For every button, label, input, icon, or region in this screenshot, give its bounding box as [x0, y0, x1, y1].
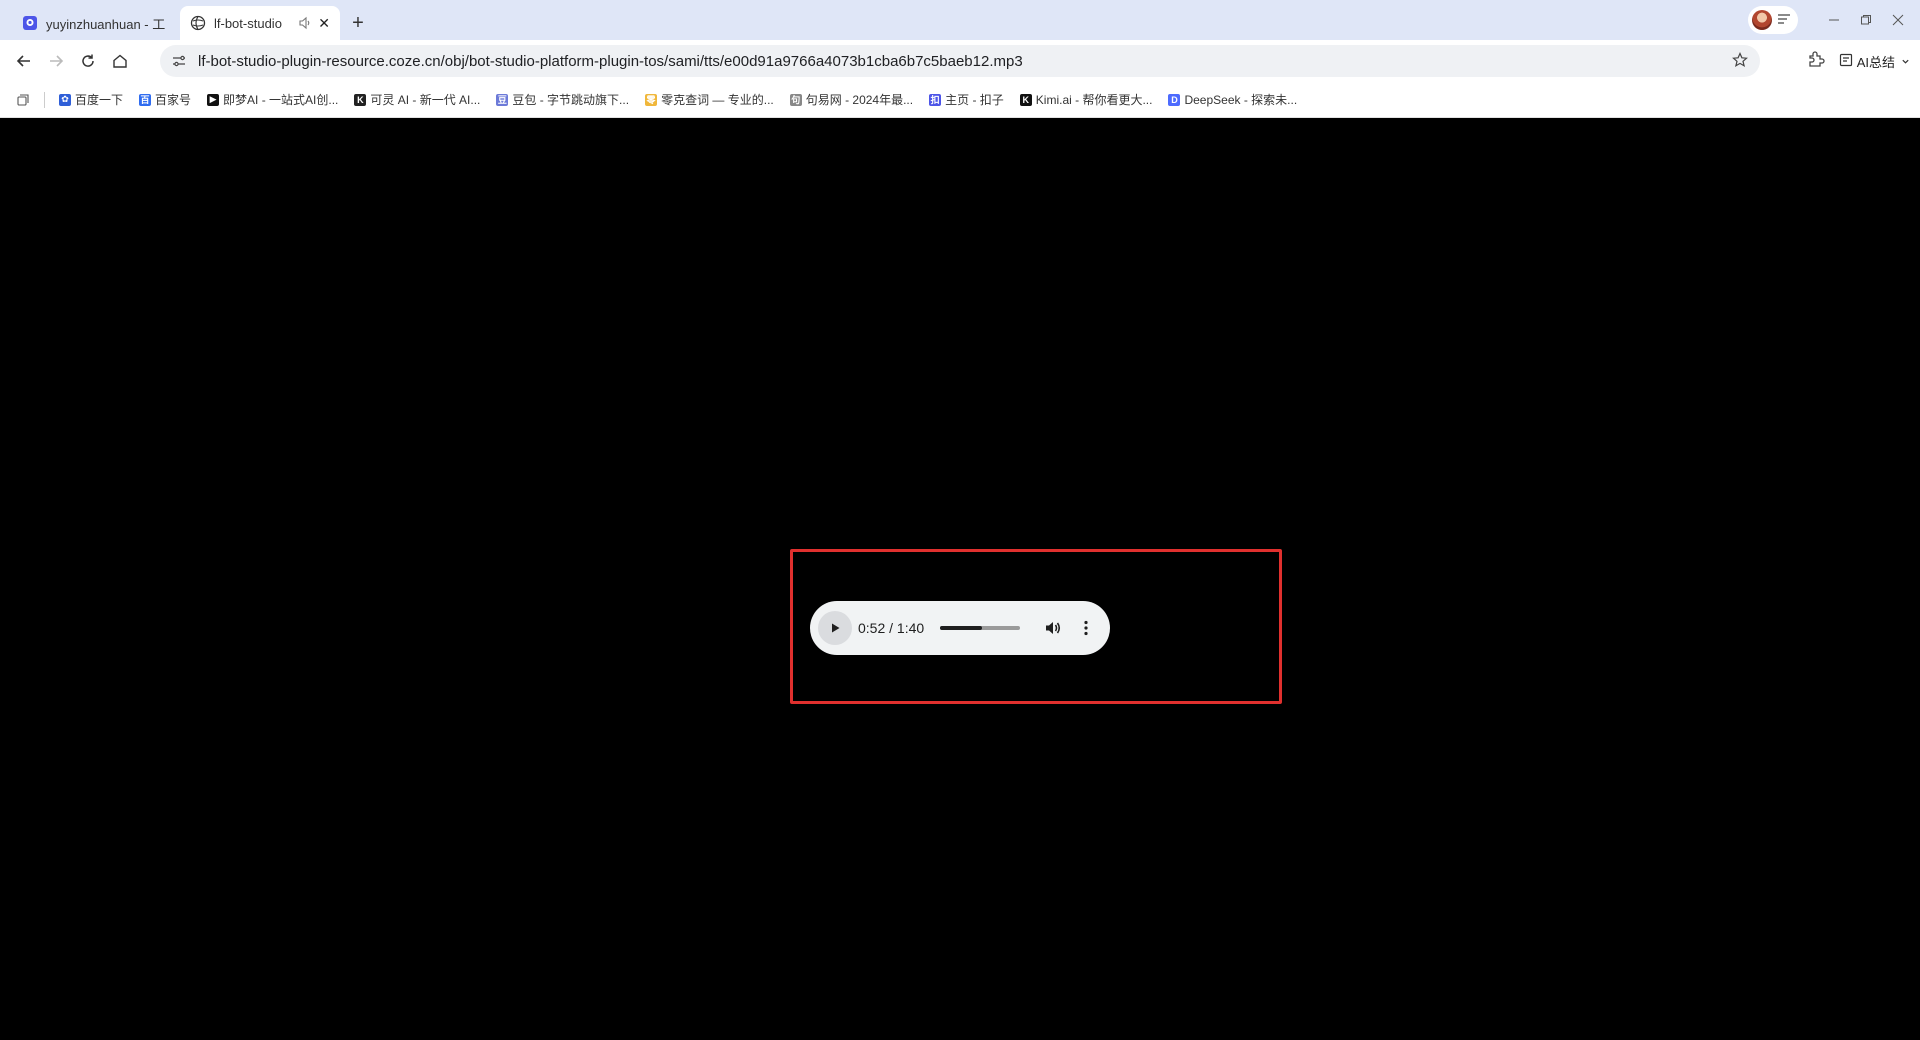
play-button[interactable]: [818, 611, 852, 645]
bookmark-item[interactable]: ✿ 百度一下: [59, 91, 123, 108]
site-settings-icon[interactable]: [170, 52, 188, 70]
bookmark-item[interactable]: 句句易网 - 2024年最...: [789, 91, 914, 108]
bookmark-item[interactable]: ▶ 即梦AI - 一站式AI创...: [207, 91, 338, 108]
tab-bar: yuyinzhuanhuan - 工 lf-bot-studio ✕ +: [0, 0, 1920, 40]
tab-title: yuyinzhuanhuan - 工: [46, 16, 166, 32]
bookmark-item[interactable]: 扣主页 - 扣子: [929, 91, 1004, 108]
bookmark-label: Kimi.ai - 帮你看更大...: [1035, 93, 1153, 107]
profile-button[interactable]: [1748, 6, 1798, 34]
bookmark-favicon-icon: K: [1019, 93, 1032, 106]
bookmark-label: DeepSeek - 探索未...: [1184, 93, 1298, 107]
chevron-down-icon: [1901, 54, 1910, 69]
bookmark-item[interactable]: K Kimi.ai - 帮你看更大...: [1019, 91, 1153, 108]
bookmark-item[interactable]: D DeepSeek - 探索未...: [1168, 91, 1297, 108]
bookmark-star-icon[interactable]: [1732, 52, 1748, 73]
audio-player: 0:52 / 1:40: [810, 601, 1110, 655]
document-icon: [1839, 53, 1853, 70]
toolbar-right: AI总结: [1807, 40, 1910, 82]
bookmark-label: 百度一下: [75, 93, 124, 107]
extensions-icon[interactable]: [1807, 50, 1825, 73]
more-options-icon[interactable]: [1076, 617, 1096, 639]
time-display: 0:52 / 1:40: [858, 620, 925, 636]
bookmark-label: 百家号: [155, 93, 192, 107]
bookmark-favicon-icon: 零: [645, 93, 658, 106]
media-viewer-page: 0:52 / 1:40: [0, 118, 1920, 1040]
bookmark-favicon-icon: D: [1168, 93, 1181, 106]
bookmark-item[interactable]: 百百家号: [139, 91, 191, 108]
bookmark-item[interactable]: 零零克查词 — 专业的...: [645, 91, 774, 108]
bookmarks-bar: ✿ 百度一下百百家号 ▶ 即梦AI - 一站式AI创... K 可灵 AI - 新一代 A…: [0, 82, 1920, 118]
home-button[interactable]: [104, 45, 136, 77]
minimize-button[interactable]: [1818, 0, 1850, 40]
bookmark-item[interactable]: 豆豆包 - 字节跳动旗下...: [496, 91, 629, 108]
url-text: lf-bot-studio-plugin-resource.coze.cn/ob…: [198, 52, 1023, 70]
bookmark-label: 豆包 - 字节跳动旗下...: [512, 93, 630, 107]
bookmark-label: 主页 - 扣子: [945, 93, 1004, 107]
menu-lines-icon: [1778, 11, 1790, 29]
reload-button[interactable]: [72, 45, 104, 77]
tab-lf-bot-studio[interactable]: lf-bot-studio ✕: [180, 6, 340, 40]
globe-icon: [190, 15, 206, 31]
address-bar[interactable]: lf-bot-studio-plugin-resource.coze.cn/ob…: [160, 45, 1760, 77]
bookmark-label: 可灵 AI - 新一代 AI...: [370, 93, 481, 107]
apps-icon[interactable]: [14, 91, 32, 109]
bookmark-favicon-icon: ✿: [59, 93, 71, 106]
back-button[interactable]: [8, 45, 40, 77]
bookmark-label: 即梦AI - 一站式AI创...: [223, 93, 339, 107]
browser-chrome: yuyinzhuanhuan - 工 lf-bot-studio ✕ + lf-…: [0, 0, 1920, 118]
restore-button[interactable]: [1850, 0, 1882, 40]
close-tab-icon[interactable]: ✕: [318, 15, 330, 32]
new-tab-button[interactable]: +: [344, 9, 372, 37]
bookmark-favicon-icon: K: [354, 93, 367, 106]
bookmark-label: 句易网 - 2024年最...: [805, 93, 914, 107]
volume-icon[interactable]: [1042, 617, 1064, 639]
divider: [44, 91, 45, 108]
seek-progress: [940, 626, 982, 630]
toolbar: lf-bot-studio-plugin-resource.coze.cn/ob…: [0, 40, 1920, 82]
bookmark-favicon-icon: ▶: [207, 93, 220, 106]
speaker-muted-icon[interactable]: [298, 16, 312, 30]
forward-button[interactable]: [40, 45, 72, 77]
window-controls: [1748, 0, 1920, 40]
bookmark-favicon-icon: 百: [139, 93, 152, 106]
tab-yuyinzhuanhuan[interactable]: yuyinzhuanhuan - 工: [12, 6, 176, 40]
bookmark-favicon-icon: 豆: [496, 93, 509, 106]
seek-slider[interactable]: [940, 626, 1021, 630]
coze-icon: [22, 15, 38, 31]
bookmark-favicon-icon: 扣: [929, 93, 942, 106]
ai-summary-button[interactable]: AI总结: [1839, 52, 1910, 71]
ai-summary-label: AI总结: [1856, 54, 1895, 70]
avatar: [1752, 10, 1772, 30]
bookmark-favicon-icon: 句: [789, 93, 802, 106]
bookmark-item[interactable]: K 可灵 AI - 新一代 AI...: [354, 91, 480, 108]
close-window-button[interactable]: [1882, 0, 1914, 40]
tab-title: lf-bot-studio: [214, 15, 282, 31]
bookmark-label: 零克查词 — 专业的...: [661, 93, 774, 107]
